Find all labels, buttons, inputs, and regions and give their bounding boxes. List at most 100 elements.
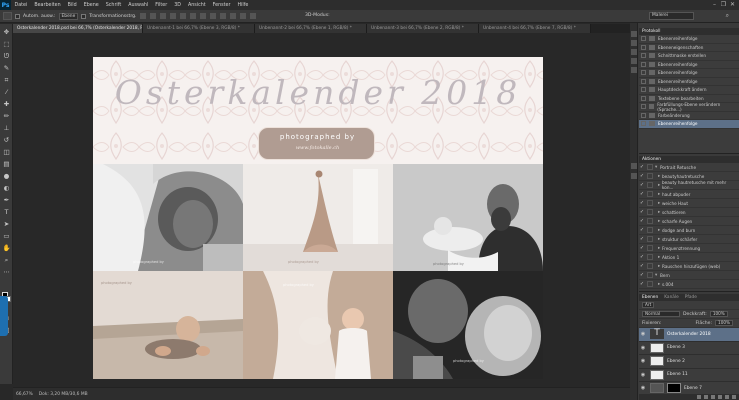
close-button[interactable]: ✕ (728, 0, 737, 9)
add-mask-icon[interactable] (711, 395, 715, 399)
tab-kanaele[interactable]: Kanäle (664, 294, 679, 301)
side-tab-icon[interactable] (0, 296, 8, 336)
align-bottom-icon[interactable] (160, 13, 167, 19)
move-tool-icon[interactable]: ✥ (2, 28, 11, 37)
dialog-toggle[interactable] (647, 182, 653, 188)
check-icon[interactable]: ✓ (639, 254, 645, 260)
fill-input[interactable]: 100% (715, 320, 734, 326)
actions-panel-icon[interactable] (631, 163, 637, 169)
dialog-toggle[interactable] (647, 200, 653, 206)
blend-mode-dropdown[interactable]: Normal (642, 311, 680, 317)
eyedropper-tool-icon[interactable]: ⁄ (2, 88, 11, 97)
adjustments-panel-icon[interactable] (631, 67, 637, 73)
check-icon[interactable]: ✓ (639, 218, 645, 224)
new-group-icon[interactable] (718, 395, 722, 399)
auto-select-dropdown[interactable]: Ebene (58, 12, 79, 20)
history-item[interactable]: Ebeneneigenschaften (639, 44, 739, 52)
hand-tool-icon[interactable]: ✋ (2, 244, 11, 253)
canvas-area[interactable]: Osterkalender 2018 photographed by www.f… (13, 33, 630, 387)
menu-bild[interactable]: Bild (64, 3, 80, 8)
move-tool-preset-icon[interactable] (3, 12, 12, 20)
color-panel-icon[interactable] (631, 40, 637, 46)
history-item[interactable]: Farbeänderung (639, 112, 739, 120)
history-panel-icon[interactable] (631, 31, 637, 37)
eye-icon[interactable]: ◉ (639, 358, 647, 364)
menu-hilfe[interactable]: Hilfe (234, 3, 252, 8)
align-vcenter-icon[interactable] (150, 13, 157, 19)
layer-row[interactable]: ◉ Ebene 11 (639, 369, 739, 382)
trash-icon[interactable] (732, 395, 736, 399)
align-left-icon[interactable] (170, 13, 177, 19)
layer-filter-dropdown[interactable]: Art (642, 302, 655, 308)
dialog-toggle[interactable] (647, 227, 653, 233)
healing-tool-icon[interactable]: ✚ (2, 100, 11, 109)
eye-icon[interactable]: ◉ (639, 345, 647, 351)
menu-ebene[interactable]: Ebene (80, 3, 102, 8)
align-top-icon[interactable] (140, 13, 147, 19)
brush-tool-icon[interactable]: ✏ (2, 112, 11, 121)
zoom-tool-icon[interactable]: ⌕ (2, 256, 11, 265)
check-icon[interactable]: ✓ (639, 263, 645, 269)
dodge-tool-icon[interactable]: ◐ (2, 184, 11, 193)
layer-row-selected[interactable]: ◉ T Osterkalender 2018 (639, 328, 739, 342)
distribute-bottom-icon[interactable] (220, 13, 227, 19)
dialog-toggle[interactable] (647, 263, 653, 269)
action-item[interactable]: ✓ ▸ beauty hautretusche mit mehr kon... (639, 180, 739, 190)
eye-icon[interactable]: ◉ (639, 372, 647, 378)
menu-fenster[interactable]: Fenster (209, 3, 234, 8)
distribute-left-icon[interactable] (230, 13, 237, 19)
eye-icon[interactable]: ◉ (639, 385, 647, 391)
tab-unbenannt-3[interactable]: Unbenannt-3 bei 66,7% (Ebene 2, RGB/8) * (367, 24, 479, 33)
tab-unbenannt-1[interactable]: Unbenannt-1 bei 66,7% (Ebene 3, RGB/8) * (143, 24, 255, 33)
tab-ebenen[interactable]: Ebenen (642, 294, 658, 301)
workspace-dropdown[interactable]: Malerei (649, 12, 694, 20)
layer-style-icon[interactable] (704, 395, 708, 399)
dialog-toggle[interactable] (647, 191, 653, 197)
dialog-toggle[interactable] (647, 164, 653, 170)
dialog-toggle[interactable] (647, 218, 653, 224)
action-item[interactable]: ✓ ▸ scharfe Augen (639, 217, 739, 226)
transform-checkbox[interactable] (81, 13, 87, 19)
action-item[interactable]: ✓ ▸ Rauschen hinzufügen (web) (639, 262, 739, 271)
quick-select-tool-icon[interactable]: ✎ (2, 64, 11, 73)
maximize-button[interactable]: ❐ (719, 0, 728, 9)
menu-3d[interactable]: 3D (171, 3, 185, 8)
menu-filter[interactable]: Filter (152, 3, 171, 8)
history-brush-tool-icon[interactable]: ↺ (2, 136, 11, 145)
check-icon[interactable]: ✓ (639, 236, 645, 242)
new-layer-icon[interactable] (725, 395, 729, 399)
check-icon[interactable]: ✓ (639, 191, 645, 197)
history-item[interactable]: Farbfüllungs-Ebene verändern (Sprache...… (639, 102, 739, 112)
menu-datei[interactable]: Datei (11, 3, 31, 8)
dialog-toggle[interactable] (647, 281, 653, 287)
dialog-toggle[interactable] (647, 245, 653, 251)
history-item[interactable]: Hauptdeckkraft ändern (639, 86, 739, 95)
action-item[interactable]: ✓ ▸ haut abpuder (639, 190, 739, 199)
layer-row[interactable]: ◉ Ebene 2 (639, 355, 739, 369)
check-icon[interactable]: ✓ (639, 173, 645, 179)
blur-tool-icon[interactable]: ● (2, 172, 11, 181)
marquee-tool-icon[interactable]: ⬚ (2, 40, 11, 49)
search-icon[interactable]: ⌕ (726, 12, 729, 20)
history-item-selected[interactable]: Ebenenreihenfolge (639, 120, 739, 129)
layer-row[interactable]: ◉ Ebene 3 (639, 342, 739, 355)
distribute-right-icon[interactable] (250, 13, 257, 19)
tab-protokoll[interactable]: Protokoll (642, 28, 660, 35)
dialog-toggle[interactable] (647, 272, 653, 278)
lasso-tool-icon[interactable]: ᘎ (2, 52, 11, 61)
distribute-hcenter-icon[interactable] (240, 13, 247, 19)
auto-select-checkbox[interactable] (15, 13, 20, 19)
history-item[interactable]: Schnittmaske erstellen (639, 52, 739, 61)
check-icon[interactable]: ✓ (639, 200, 645, 206)
document-canvas[interactable]: Osterkalender 2018 photographed by www.f… (93, 57, 543, 379)
properties-panel-icon[interactable] (631, 173, 637, 179)
path-select-tool-icon[interactable]: ➤ (2, 220, 11, 229)
menu-bearbeiten[interactable]: Bearbeiten (31, 3, 64, 8)
dialog-toggle[interactable] (647, 236, 653, 242)
check-icon[interactable]: ✓ (639, 281, 645, 287)
dialog-toggle[interactable] (647, 209, 653, 215)
history-item[interactable]: Ebenenreihenfolge (639, 69, 739, 78)
dialog-toggle[interactable] (647, 173, 653, 179)
stamp-tool-icon[interactable]: ⊥ (2, 124, 11, 133)
type-tool-icon[interactable]: T (2, 208, 11, 217)
